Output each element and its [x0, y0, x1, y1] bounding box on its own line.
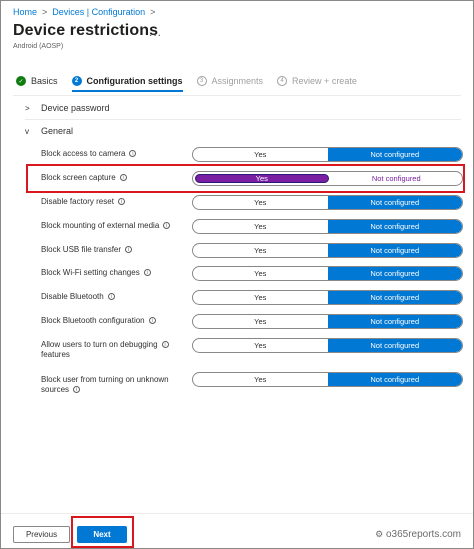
setting-label: Disable Bluetooth i — [41, 292, 191, 302]
step-number-icon: 4 — [277, 76, 288, 86]
setting-label: Block Wi-Fi setting changes i — [41, 268, 191, 278]
step-label: Basics — [31, 76, 58, 86]
toggle-option-not-configured[interactable]: Not configured — [327, 291, 462, 304]
toggle-block-bluetooth-config: Yes Not configured — [192, 314, 463, 329]
toggle-block-wifi: Yes Not configured — [192, 266, 463, 281]
divider — [1, 513, 473, 514]
breadcrumb-home-link[interactable]: Home — [13, 7, 37, 17]
chevron-right-icon: > — [42, 7, 48, 17]
toggle-option-yes[interactable]: Yes — [193, 373, 328, 386]
step-label: Configuration settings — [86, 76, 183, 86]
setting-label-text: Block Bluetooth configuration — [41, 316, 145, 325]
info-icon[interactable]: i — [143, 269, 151, 277]
toggle-block-unknown-sources: Yes Not configured — [192, 372, 463, 387]
setting-label: Block Bluetooth configuration i — [41, 316, 191, 326]
toggle-option-not-configured[interactable]: Not configured — [327, 244, 462, 257]
step-number-icon: 2 — [71, 76, 82, 86]
setting-label: Block user from turning on unknown source… — [41, 375, 191, 395]
info-icon[interactable]: i — [107, 293, 115, 301]
step-assignments[interactable]: 3 Assignments — [196, 71, 264, 91]
setting-label-text: Disable factory reset — [41, 197, 114, 206]
info-icon[interactable]: i — [161, 341, 169, 349]
toggle-option-yes[interactable]: Yes — [193, 315, 328, 328]
toggle-option-not-configured[interactable]: Not configured — [327, 373, 462, 386]
step-number-icon: 3 — [196, 76, 207, 86]
setting-label: Block access to camera i — [41, 149, 191, 159]
highlight-box — [71, 516, 134, 548]
divider — [25, 119, 461, 120]
setting-label-text: Block access to camera — [41, 149, 126, 158]
chevron-right-icon: > — [150, 7, 156, 17]
blade-frame: Home > Devices | Configuration > Device … — [0, 0, 474, 549]
setting-label-text: Allow users to turn on debugging — [41, 340, 158, 349]
toggle-option-not-configured[interactable]: Not configured — [327, 315, 462, 328]
step-label: Assignments — [211, 76, 264, 86]
step-configuration-settings[interactable]: 2 Configuration settings — [71, 71, 183, 92]
toggle-option-not-configured[interactable]: Not configured — [327, 148, 462, 161]
toggle-block-usb: Yes Not configured — [192, 243, 463, 258]
info-icon[interactable]: i — [163, 222, 171, 230]
section-general[interactable]: v General — [25, 126, 73, 136]
section-label: General — [41, 126, 74, 136]
more-options-icon[interactable]: ... — [149, 25, 162, 39]
setting-label-text: Block user from turning on unknown — [41, 375, 169, 384]
chevron-right-icon: > — [25, 103, 30, 113]
toggle-option-not-configured[interactable]: Not configured — [327, 339, 462, 352]
setting-label-text: Disable Bluetooth — [41, 292, 104, 301]
highlight-box — [26, 164, 465, 193]
wizard-steps: ✓ Basics 2 Configuration settings 3 Assi… — [16, 71, 371, 92]
breadcrumb-devices-link[interactable]: Devices | Configuration — [52, 7, 145, 17]
toggle-option-not-configured[interactable]: Not configured — [327, 267, 462, 280]
page-subtitle: Android (AOSP) — [13, 43, 64, 50]
step-review-create[interactable]: 4 Review + create — [277, 71, 357, 91]
toggle-block-external-media: Yes Not configured — [192, 219, 463, 234]
gear-icon: ⚙ — [375, 529, 384, 539]
checkmark-icon: ✓ — [16, 76, 26, 86]
toggle-option-yes[interactable]: Yes — [193, 148, 328, 161]
step-label: Review + create — [292, 76, 357, 86]
toggle-disable-factory-reset: Yes Not configured — [192, 195, 463, 210]
toggle-block-camera: Yes Not configured — [192, 147, 463, 162]
info-icon[interactable]: i — [73, 386, 81, 394]
watermark: ⚙ o365reports.com — [375, 529, 461, 540]
page-title: Device restrictions — [13, 22, 159, 39]
watermark-text: o365reports.com — [385, 529, 461, 540]
setting-label: Disable factory reset i — [41, 197, 191, 207]
setting-label-text: Block Wi-Fi setting changes — [41, 268, 140, 277]
setting-label-text: features — [41, 350, 70, 359]
setting-label-text: Block USB file transfer — [41, 245, 122, 254]
toggle-option-yes[interactable]: Yes — [193, 220, 328, 233]
info-icon[interactable]: i — [129, 150, 137, 158]
section-device-password[interactable]: > Device password — [25, 103, 110, 113]
toggle-option-not-configured[interactable]: Not configured — [327, 196, 462, 209]
info-icon[interactable]: i — [125, 246, 133, 254]
setting-label: Block USB file transfer i — [41, 245, 191, 255]
setting-label: Block mounting of external media i — [41, 221, 191, 231]
toggle-option-yes[interactable]: Yes — [193, 196, 328, 209]
toggle-option-not-configured[interactable]: Not configured — [327, 220, 462, 233]
info-icon[interactable]: i — [148, 317, 156, 325]
info-icon[interactable]: i — [117, 198, 125, 206]
toggle-option-yes[interactable]: Yes — [193, 244, 328, 257]
toggle-option-yes[interactable]: Yes — [193, 267, 328, 280]
setting-label-text: sources — [41, 385, 70, 394]
chevron-down-icon: v — [25, 126, 29, 136]
toggle-option-yes[interactable]: Yes — [193, 291, 328, 304]
setting-label-text: Block mounting of external media — [41, 221, 160, 230]
toggle-disable-bluetooth: Yes Not configured — [192, 290, 463, 305]
section-label: Device password — [41, 103, 110, 113]
setting-label: Allow users to turn on debugging i feature… — [41, 340, 191, 360]
step-basics[interactable]: ✓ Basics — [16, 71, 58, 91]
toggle-option-yes[interactable]: Yes — [193, 339, 328, 352]
divider — [13, 95, 461, 96]
breadcrumb: Home > Devices | Configuration > — [13, 7, 155, 17]
toggle-allow-debugging: Yes Not configured — [192, 338, 463, 353]
previous-button[interactable]: Previous — [13, 526, 70, 543]
